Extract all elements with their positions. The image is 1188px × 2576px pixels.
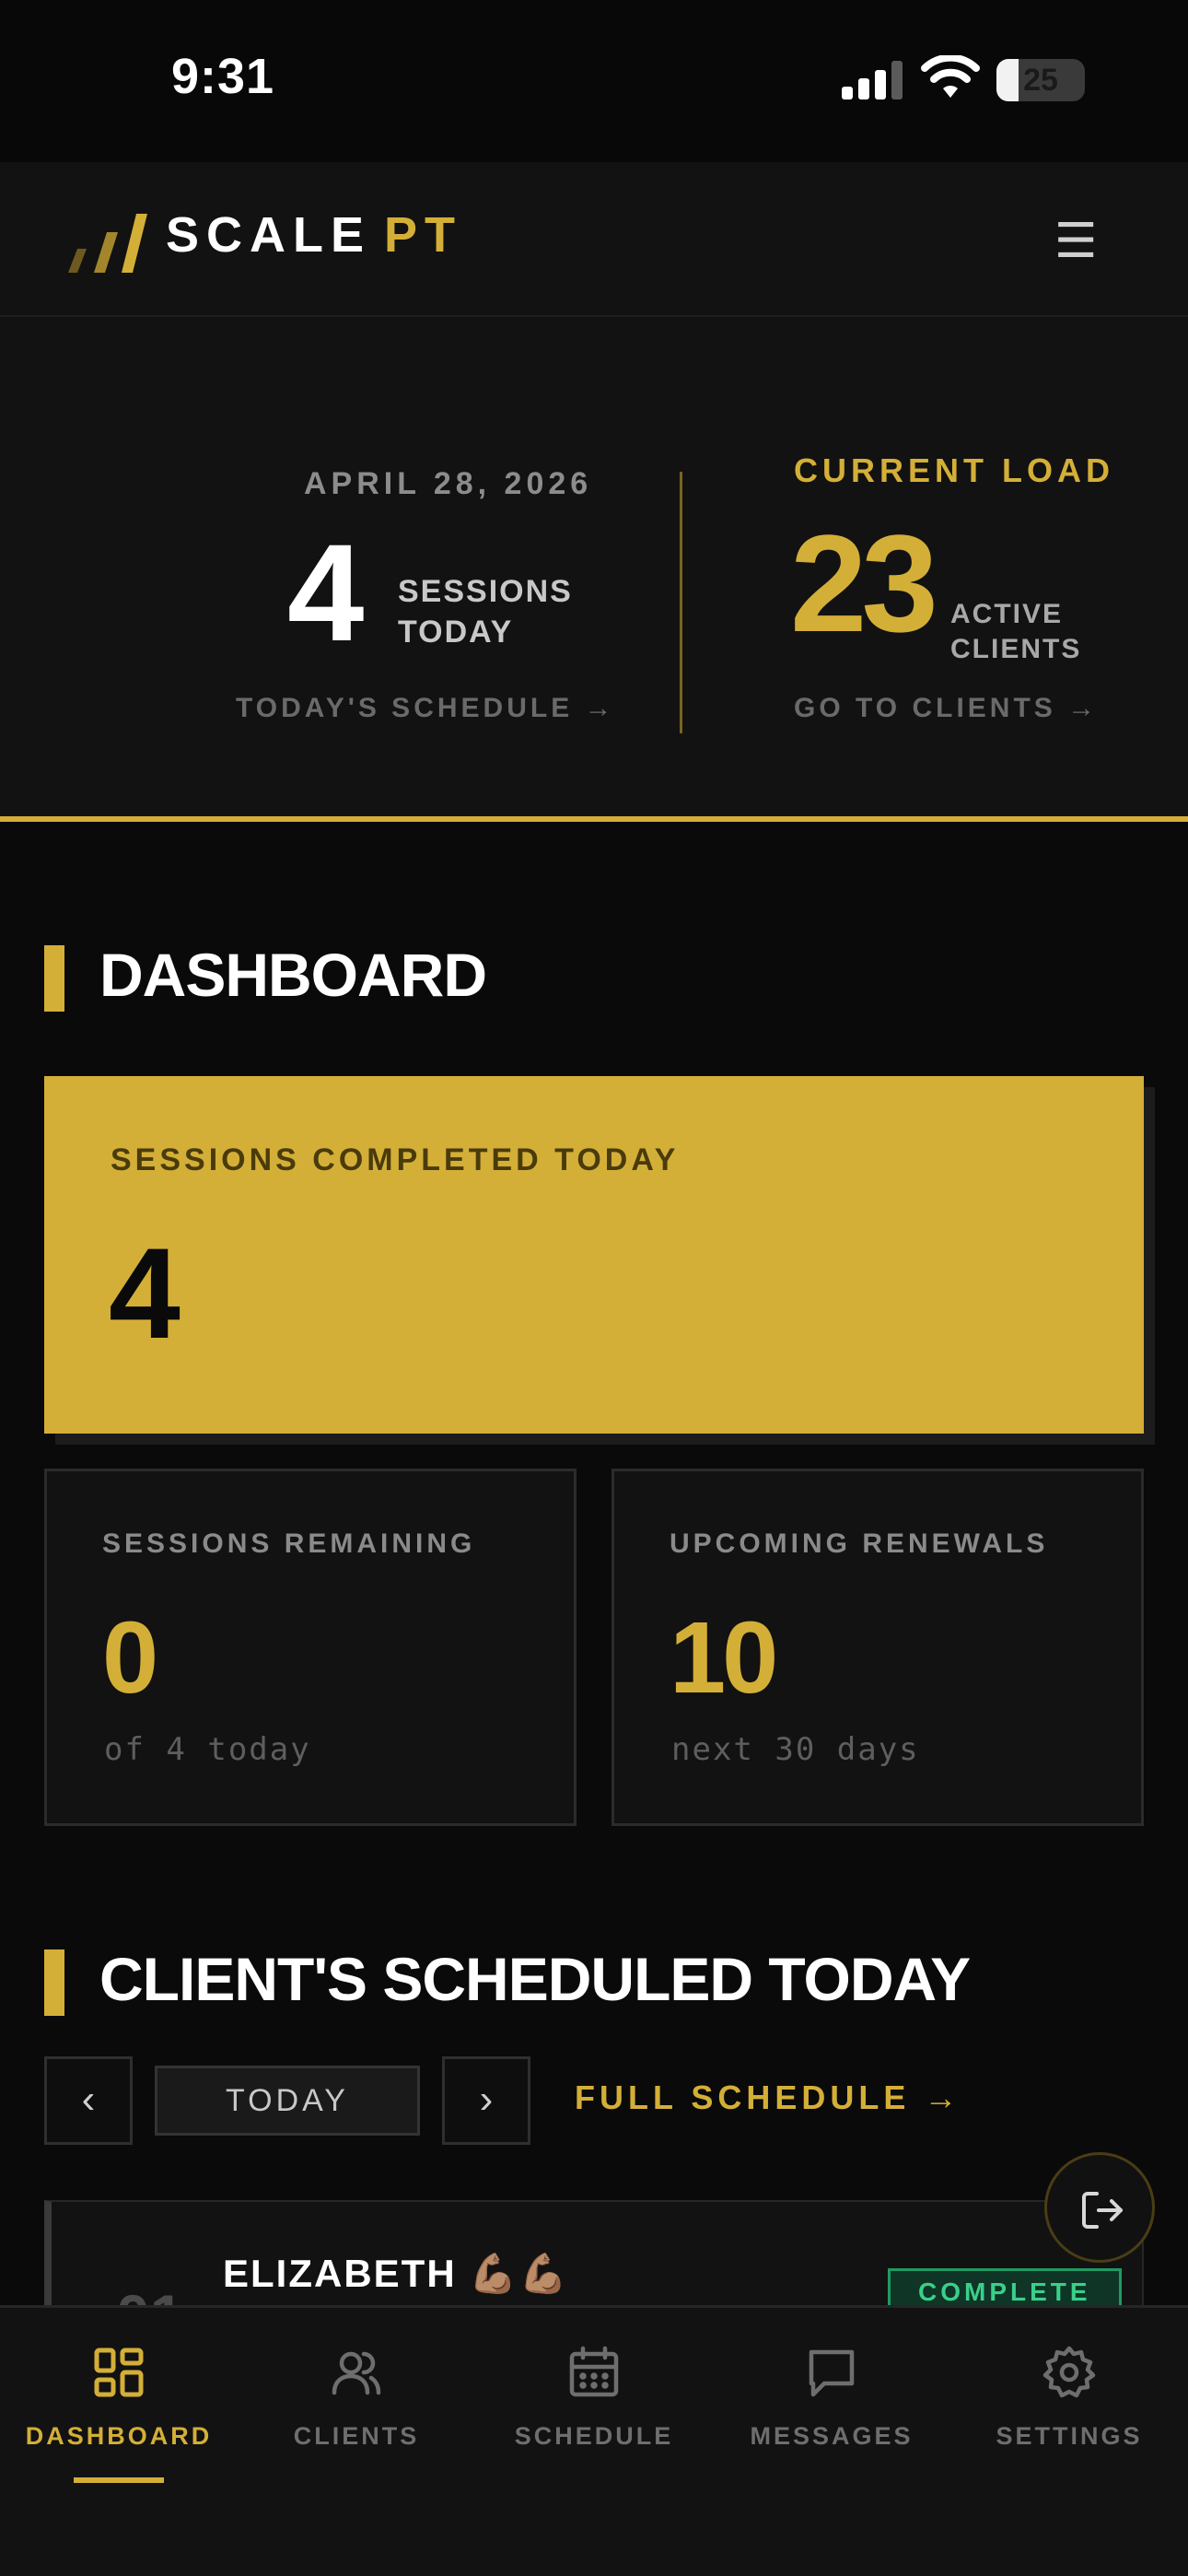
tab-label: SETTINGS <box>996 2422 1143 2450</box>
tab-label: DASHBOARD <box>25 2422 213 2450</box>
logo-bars-icon <box>68 214 147 273</box>
logout-button[interactable] <box>1044 2152 1155 2263</box>
completed-label: SESSIONS COMPLETED TODAY <box>111 1142 680 1177</box>
go-to-clients-link[interactable]: GO TO CLIENTS → <box>794 693 1099 724</box>
logout-icon <box>1082 2192 1123 2229</box>
dashboard-title: DASHBOARD <box>99 941 487 1009</box>
calendar-icon <box>569 2346 619 2397</box>
battery-icon: 25 <box>996 59 1085 101</box>
remaining-label: SESSIONS REMAINING <box>102 1528 476 1559</box>
tab-messages[interactable]: MESSAGES <box>713 2308 950 2492</box>
current-load-label: CURRENT LOAD <box>794 451 1114 489</box>
section-accent-bar <box>44 945 64 1012</box>
brand-name[interactable]: SCALE PT <box>166 206 462 263</box>
tab-clients[interactable]: CLIENTS <box>238 2308 475 2492</box>
remaining-value: 0 <box>102 1601 158 1715</box>
prev-day-button[interactable]: ‹ <box>44 2056 133 2145</box>
users-icon <box>332 2351 381 2395</box>
message-icon <box>809 2349 855 2397</box>
cellular-signal-icon <box>842 61 903 100</box>
status-time: 9:31 <box>171 49 275 104</box>
dashboard-grid-icon <box>94 2348 144 2397</box>
completed-value: 4 <box>109 1221 181 1365</box>
hamburger-icon[interactable]: ☰ <box>1050 216 1101 267</box>
hero-date: APRIL 28, 2026 <box>304 466 593 501</box>
tab-label: MESSAGES <box>750 2422 914 2450</box>
sessions-label-line2: TODAY <box>398 615 514 650</box>
next-day-button[interactable]: › <box>442 2056 530 2145</box>
tab-label: SCHEDULE <box>514 2422 674 2450</box>
bottom-tab-bar: DASHBOARD CLIENTS SCHEDULE MESSAGES SETT… <box>0 2305 1188 2576</box>
renewals-value: 10 <box>670 1601 778 1715</box>
app-header: SCALE PT ☰ <box>0 162 1188 317</box>
brand-accent: PT <box>384 207 463 263</box>
tab-dashboard[interactable]: DASHBOARD <box>0 2308 238 2492</box>
schedule-title: CLIENT'S SCHEDULED TODAY <box>99 1945 971 2013</box>
hero-divider <box>680 472 682 733</box>
status-bar: 9:31 25 <box>0 0 1188 162</box>
tab-schedule[interactable]: SCHEDULE <box>475 2308 713 2492</box>
section-accent-bar <box>44 1950 64 2016</box>
today-button[interactable]: TODAY <box>155 2066 420 2136</box>
active-tab-indicator <box>74 2477 164 2483</box>
brand-primary: SCALE <box>166 207 372 263</box>
tab-settings[interactable]: SETTINGS <box>950 2308 1188 2492</box>
full-schedule-link[interactable]: FULL SCHEDULE → <box>575 2078 961 2117</box>
todays-schedule-link[interactable]: TODAY'S SCHEDULE → <box>236 693 616 724</box>
client-name: ELIZABETH 💪🏽💪🏽 <box>223 2252 569 2295</box>
active-clients-count: 23 <box>790 506 938 661</box>
battery-percent: 25 <box>1023 63 1058 98</box>
load-sub-line2: CLIENTS <box>950 634 1082 664</box>
sessions-completed-card: SESSIONS COMPLETED TODAY 4 <box>44 1076 1144 1434</box>
renewals-label: UPCOMING RENEWALS <box>670 1528 1049 1559</box>
upcoming-renewals-card: UPCOMING RENEWALS 10 next 30 days <box>611 1469 1144 1826</box>
sessions-today-label: SESSIONS TODAY <box>398 571 600 652</box>
hero-summary: APRIL 28, 2026 4 SESSIONS TODAY TODAY'S … <box>0 317 1188 822</box>
renewals-sub: next 30 days <box>671 1731 920 1768</box>
battery-nub <box>1079 72 1085 88</box>
sessions-today-count: 4 <box>287 515 365 670</box>
active-clients-label: ACTIVE CLIENTS <box>950 597 1135 667</box>
gear-icon <box>1042 2346 1096 2398</box>
app-screen: 9:31 25 SCALE PT ☰ APRIL 28, 2026 4 SESS… <box>0 0 1188 2576</box>
sessions-remaining-card: SESSIONS REMAINING 0 of 4 today <box>44 1469 577 1826</box>
wifi-icon <box>921 55 980 98</box>
remaining-sub: of 4 today <box>104 1731 311 1768</box>
tab-label: CLIENTS <box>293 2422 420 2450</box>
load-sub-line1: ACTIVE <box>950 599 1064 629</box>
sessions-label-line1: SESSIONS <box>398 574 573 609</box>
